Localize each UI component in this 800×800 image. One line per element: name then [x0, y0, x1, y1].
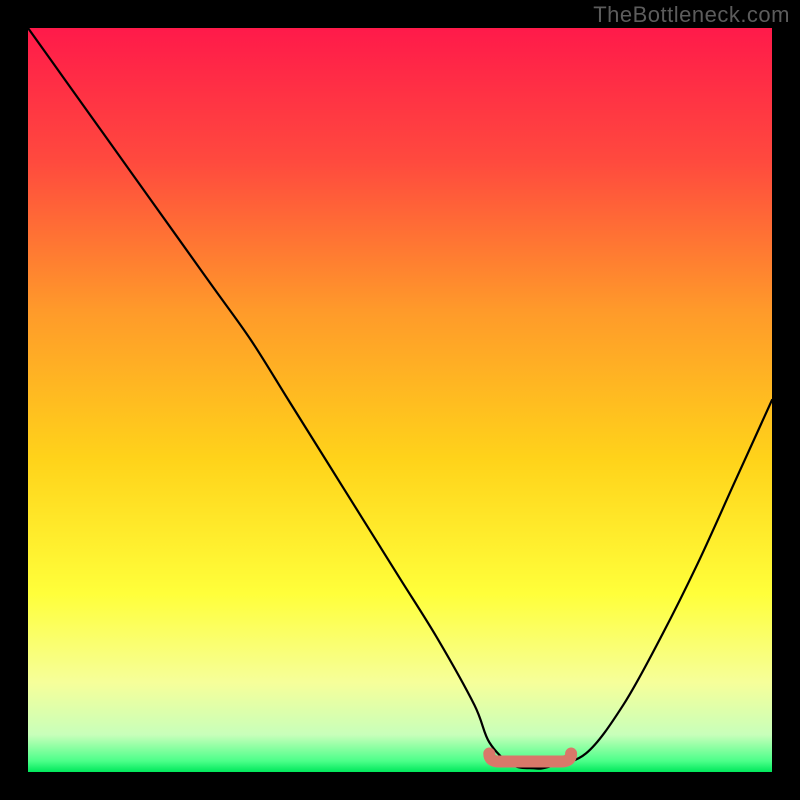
watermark-text: TheBottleneck.com	[593, 2, 790, 28]
bottleneck-chart	[28, 28, 772, 772]
plot-area	[28, 28, 772, 772]
chart-frame: TheBottleneck.com	[0, 0, 800, 800]
gradient-background	[28, 28, 772, 772]
